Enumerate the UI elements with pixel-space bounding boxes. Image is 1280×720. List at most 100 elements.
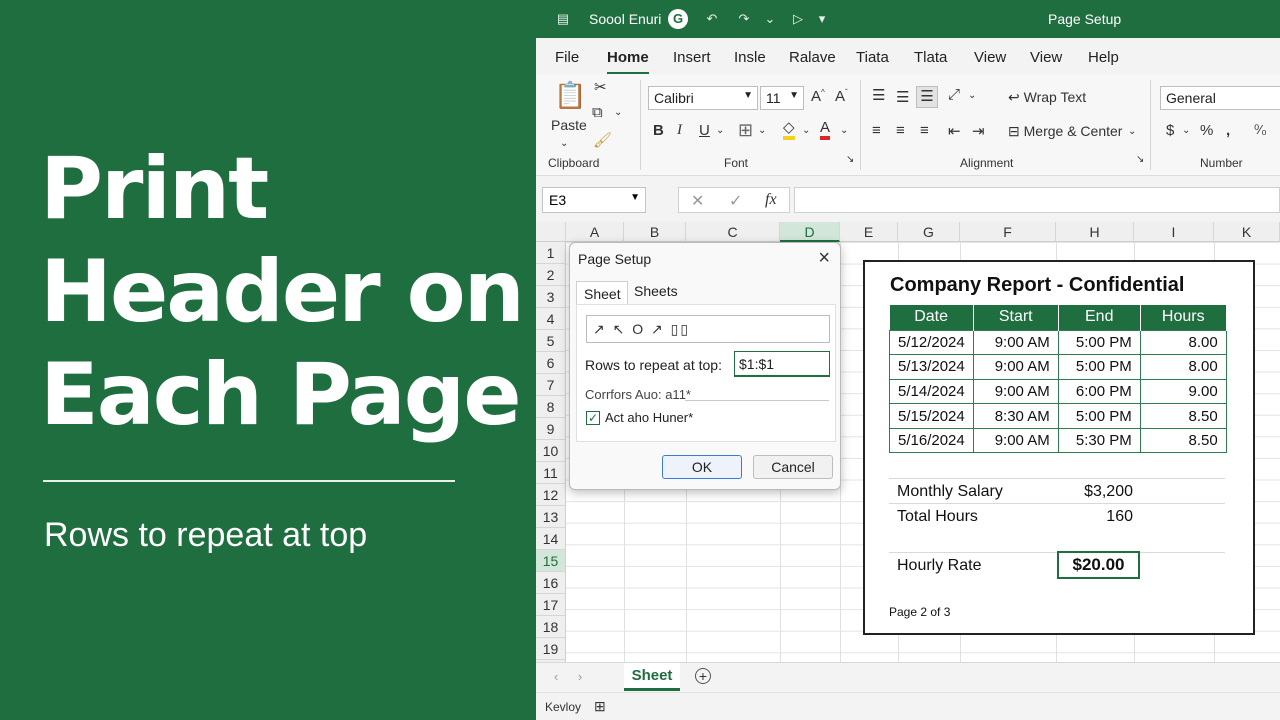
underline-icon[interactable]: U [699, 122, 710, 139]
currency-icon[interactable]: $ [1166, 122, 1174, 139]
row-header[interactable]: 14 [536, 528, 566, 550]
tab-insle[interactable]: Insle [734, 49, 766, 66]
hourly-rate-value[interactable]: $20.00 [1057, 551, 1140, 579]
monthly-salary-value[interactable]: $3,200 [1084, 483, 1133, 501]
chevron-down-icon[interactable]: ⌄ [760, 9, 780, 29]
save-icon[interactable]: ▤ [553, 9, 573, 29]
row-header[interactable]: 5 [536, 330, 566, 352]
rows-to-repeat-input[interactable]: $1:$1 [734, 351, 830, 377]
hours-cell[interactable]: 8.00 [1139, 354, 1227, 380]
row-header[interactable]: 4 [536, 308, 566, 330]
row-header[interactable]: 19 [536, 638, 566, 660]
decrease-indent-icon[interactable]: ⇤ [948, 122, 961, 140]
fill-color-dropdown-icon[interactable]: ⌄ [802, 125, 810, 136]
align-center-icon[interactable]: ≡ [896, 122, 905, 139]
column-header[interactable]: I [1134, 222, 1214, 242]
customize-qat-icon[interactable]: ▾ [812, 9, 832, 29]
end-cell[interactable]: 5:00 PM [1057, 403, 1141, 429]
chevron-right-icon[interactable]: › [578, 669, 582, 684]
sheet-tab[interactable]: Sheet [624, 663, 680, 691]
alignment-dialog-launcher-icon[interactable]: ↘ [1136, 154, 1144, 165]
font-size-select[interactable]: 11 ▼ [760, 86, 804, 110]
orientation-icon[interactable]: ⤢ [948, 86, 960, 103]
decrease-font-icon[interactable]: Aˇ [835, 88, 848, 105]
column-header[interactable]: G [898, 222, 960, 242]
accessibility-icon[interactable]: ⊞ [594, 698, 606, 715]
tab-sheets[interactable]: Sheets [634, 283, 678, 299]
tab-sheet[interactable]: Sheet [576, 281, 628, 305]
fill-color-icon[interactable]: ◇ [783, 120, 795, 140]
end-cell[interactable]: 5:00 PM [1057, 354, 1141, 380]
columns-to-repeat-input[interactable] [685, 400, 829, 401]
comma-style-icon[interactable]: , [1226, 122, 1230, 139]
start-cell[interactable]: 8:30 AM [972, 403, 1059, 429]
row-header[interactable]: 8 [536, 396, 566, 418]
name-box[interactable]: E3 ▼ [542, 187, 646, 213]
row-header[interactable]: 7 [536, 374, 566, 396]
column-header[interactable]: F [960, 222, 1056, 242]
print-area-field[interactable]: ↗ ↖ O ↗ ▯▯ [586, 315, 830, 343]
total-hours-value[interactable]: 160 [1106, 508, 1133, 526]
column-header[interactable]: A [566, 222, 624, 242]
align-top-icon[interactable]: ☰ [872, 86, 885, 104]
row-header[interactable]: 12 [536, 484, 566, 506]
tab-view-2[interactable]: View [1030, 49, 1062, 66]
increase-indent-icon[interactable]: ⇥ [972, 122, 985, 140]
font-color-icon[interactable]: A [820, 120, 831, 140]
row-header[interactable]: 18 [536, 616, 566, 638]
column-header[interactable]: K [1214, 222, 1280, 242]
date-cell[interactable]: 5/15/2024 [889, 403, 974, 429]
column-header[interactable]: H [1056, 222, 1134, 242]
end-cell[interactable]: 6:00 PM [1057, 378, 1141, 405]
row-header[interactable]: 3 [536, 286, 566, 308]
paste-dropdown-icon[interactable]: ⌄ [560, 138, 568, 149]
align-bottom-icon[interactable]: ☰ [916, 86, 938, 108]
font-color-dropdown-icon[interactable]: ⌄ [840, 125, 848, 136]
start-cell[interactable]: 9:00 AM [972, 378, 1059, 405]
tab-ralave[interactable]: Ralave [789, 49, 836, 66]
currency-dropdown-icon[interactable]: ⌄ [1182, 125, 1190, 136]
chevron-left-icon[interactable]: ‹ [554, 669, 558, 684]
column-header[interactable]: C [686, 222, 780, 242]
hours-cell[interactable]: 8.50 [1139, 403, 1227, 429]
row-header-selected[interactable]: 15 [536, 550, 566, 572]
align-right-icon[interactable]: ≡ [920, 122, 929, 139]
increase-font-icon[interactable]: A^ [811, 88, 825, 105]
format-painter-icon[interactable]: 🖌 [593, 131, 612, 149]
row-header[interactable]: 6 [536, 352, 566, 374]
row-header[interactable]: 1 [536, 242, 566, 264]
hours-cell[interactable]: 8.00 [1139, 329, 1227, 356]
tab-insert[interactable]: Insert [673, 49, 711, 66]
start-cell[interactable]: 9:00 AM [972, 427, 1059, 454]
decimal-icon[interactable]: ⁰⁄₀ [1254, 122, 1267, 138]
paste-label[interactable]: Paste [551, 117, 587, 133]
play-icon[interactable]: ▷ [788, 9, 808, 29]
hours-cell[interactable]: 8.50 [1139, 427, 1227, 454]
column-header[interactable]: B [624, 222, 686, 242]
row-header[interactable]: 2 [536, 264, 566, 286]
merge-center-button[interactable]: ⊟ Merge & Center [1008, 123, 1122, 140]
cut-icon[interactable]: ✂ [594, 78, 607, 96]
number-format-select[interactable]: General [1160, 86, 1280, 110]
select-all-corner[interactable] [536, 222, 566, 242]
formula-input[interactable] [794, 187, 1280, 213]
row-header[interactable]: 16 [536, 572, 566, 594]
column-header[interactable]: E [840, 222, 898, 242]
tab-tiata[interactable]: Tiata [856, 49, 889, 66]
borders-icon[interactable]: ⊞ [738, 120, 753, 141]
tab-file[interactable]: File [555, 49, 579, 66]
date-cell[interactable]: 5/14/2024 [889, 378, 974, 405]
tab-help[interactable]: Help [1088, 49, 1119, 66]
checkbox-checked-icon[interactable]: ✓ [586, 411, 600, 425]
end-cell[interactable]: 5:30 PM [1057, 427, 1141, 454]
date-cell[interactable]: 5/12/2024 [889, 329, 974, 356]
close-icon[interactable]: × [818, 247, 830, 270]
bold-icon[interactable]: B [653, 122, 664, 139]
cancel-button[interactable]: Cancel [753, 455, 833, 479]
italic-icon[interactable]: I [677, 122, 682, 139]
date-cell[interactable]: 5/16/2024 [889, 427, 974, 454]
merge-dropdown-icon[interactable]: ⌄ [1128, 126, 1136, 137]
underline-dropdown-icon[interactable]: ⌄ [716, 125, 724, 136]
add-sheet-icon[interactable]: + [695, 668, 711, 684]
row-header[interactable]: 13 [536, 506, 566, 528]
